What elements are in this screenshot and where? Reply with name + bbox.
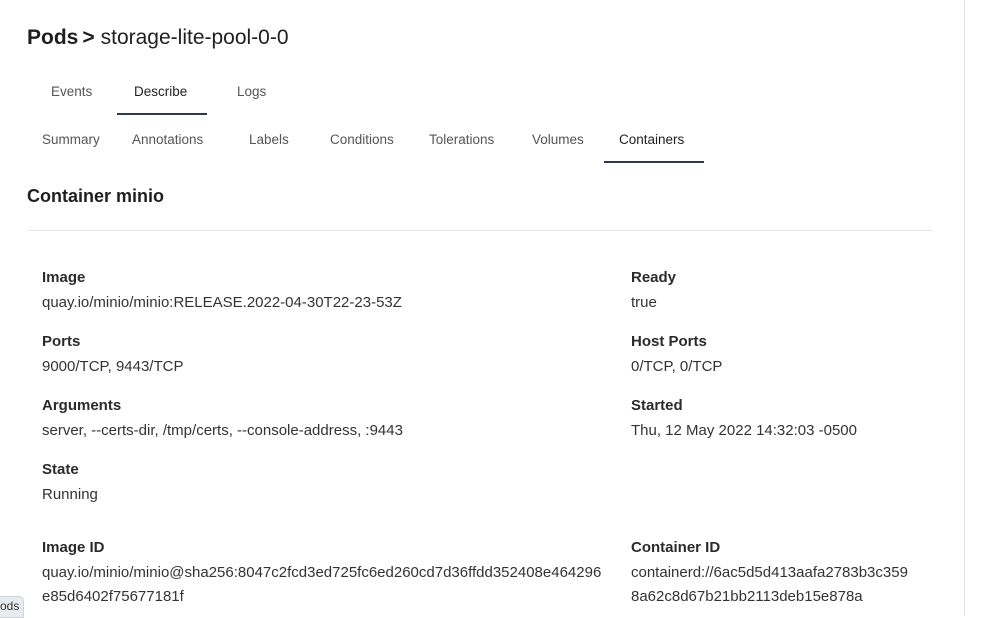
field-host-ports: Host Ports 0/TCP, 0/TCP	[631, 333, 722, 379]
field-ports: Ports 9000/TCP, 9443/TCP	[42, 333, 183, 379]
arguments-value: server, --certs-dir, /tmp/certs, --conso…	[42, 422, 403, 439]
tab-describe-underline	[117, 113, 207, 115]
field-ready: Ready true	[631, 269, 676, 315]
subtab-volumes[interactable]: Volumes	[532, 132, 584, 147]
breadcrumb-root[interactable]: Pods	[27, 26, 78, 49]
container-id-label: Container ID	[631, 539, 721, 556]
breadcrumb-separator: >	[82, 26, 95, 49]
ready-label: Ready	[631, 269, 677, 286]
state-value: Running	[42, 486, 98, 503]
field-container-id: Container ID containerd://6ac5d5d413aafa…	[631, 539, 913, 609]
image-value: quay.io/minio/minio:RELEASE.2022-04-30T2…	[42, 294, 402, 311]
image-id-value: quay.io/minio/minio@sha256:8047c2fcd3ed7…	[42, 564, 602, 605]
tab-describe[interactable]: Describe	[134, 84, 187, 99]
field-started: Started Thu, 12 May 2022 14:32:03 -0500	[631, 397, 857, 443]
ports-label: Ports	[42, 333, 81, 350]
started-value: Thu, 12 May 2022 14:32:03 -0500	[631, 422, 857, 439]
arguments-label: Arguments	[42, 397, 122, 414]
subtab-summary[interactable]: Summary	[42, 132, 100, 147]
page-title: Pods > storage-lite-pool-0-0	[27, 26, 289, 50]
pod-details-panel: Pods > storage-lite-pool-0-0 Events Descri…	[0, 0, 965, 616]
container-id-value: containerd://6ac5d5d413aafa2783b3c3598a6…	[631, 564, 908, 605]
field-arguments: Arguments server, --certs-dir, /tmp/cert…	[42, 397, 403, 443]
state-label: State	[42, 461, 79, 478]
subtab-labels[interactable]: Labels	[249, 132, 289, 147]
field-image: Image quay.io/minio/minio:RELEASE.2022-0…	[42, 269, 402, 315]
image-id-label: Image ID	[42, 539, 105, 556]
subtab-annotations[interactable]: Annotations	[132, 132, 203, 147]
subtab-conditions[interactable]: Conditions	[330, 132, 394, 147]
ports-value: 9000/TCP, 9443/TCP	[42, 358, 184, 375]
field-state: State Running	[42, 461, 98, 507]
ready-value: true	[631, 294, 657, 311]
container-title: Container minio	[27, 186, 165, 206]
section-divider	[27, 230, 932, 231]
subtab-containers[interactable]: Containers	[619, 132, 684, 147]
image-label: Image	[42, 269, 86, 286]
host-ports-value: 0/TCP, 0/TCP	[631, 358, 723, 375]
pods-tab-pill[interactable]: ods	[0, 596, 25, 618]
subtab-containers-underline	[604, 161, 704, 163]
subtab-tolerations[interactable]: Tolerations	[429, 132, 494, 147]
tab-logs[interactable]: Logs	[237, 84, 266, 99]
started-label: Started	[631, 397, 683, 414]
host-ports-label: Host Ports	[631, 333, 707, 350]
breadcrumb-current: storage-lite-pool-0-0	[100, 26, 289, 49]
tab-events[interactable]: Events	[51, 84, 92, 99]
field-image-id: Image ID quay.io/minio/minio@sha256:8047…	[42, 539, 604, 609]
